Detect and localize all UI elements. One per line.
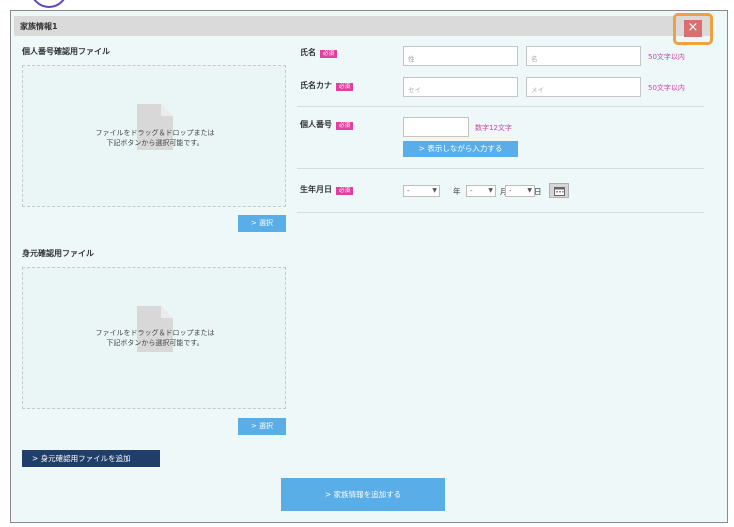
kana-label: 氏名カナ 必須 (300, 80, 354, 91)
calendar-button[interactable] (549, 183, 569, 198)
close-icon: × (687, 20, 699, 35)
kana-hint: 50文字以内 (648, 84, 685, 92)
step-marker-circle (30, 0, 68, 8)
last-name-input[interactable]: 姓 (403, 46, 518, 66)
name-hint: 50文字以内 (648, 53, 685, 61)
add-id-file-button[interactable]: > 身元確認用ファイルを追加 (22, 450, 160, 467)
birth-month-value: - (470, 187, 473, 195)
dropzone-text-line1: ファイルをドラッグ＆ドロップまたは (95, 329, 215, 337)
dropzone-text-line2: 下記ボタンから選択可能です。 (106, 339, 204, 347)
id-dropzone[interactable]: ファイルをドラッグ＆ドロップまたは 下記ボタンから選択可能です。 (22, 267, 286, 409)
id-file-title: 身元確認用ファイル (22, 249, 94, 258)
mynumber-hint: 数字12文字 (475, 124, 512, 132)
birth-day-select[interactable]: - ▼ (505, 185, 535, 197)
reveal-input-button[interactable]: > 表示しながら入力する (403, 141, 518, 157)
chevron-down-icon: ▼ (527, 187, 532, 194)
panel-title: 家族情報1 (20, 22, 58, 31)
dropzone-text-line1: ファイルをドラッグ＆ドロップまたは (95, 129, 215, 137)
mynumber-input[interactable] (403, 117, 469, 137)
birth-month-select[interactable]: - ▼ (466, 185, 496, 197)
first-name-input[interactable]: 名 (526, 46, 641, 66)
mynumber-select-button[interactable]: > 選択 (238, 215, 286, 232)
panel-header: 家族情報1 (14, 16, 712, 36)
first-kana-input[interactable]: メイ (526, 77, 641, 97)
divider (297, 106, 704, 107)
name-label-text: 氏名 (300, 48, 316, 57)
birth-label-text: 生年月日 (300, 185, 332, 194)
mynumber-file-title: 個人番号確認用ファイル (22, 47, 110, 56)
required-badge: 必須 (320, 50, 338, 58)
mynumber-dropzone[interactable]: ファイルをドラッグ＆ドロップまたは 下記ボタンから選択可能です。 (22, 65, 286, 207)
required-badge: 必須 (336, 187, 354, 195)
chevron-down-icon: ▼ (432, 187, 437, 194)
calendar-icon (554, 187, 565, 196)
divider (297, 168, 704, 169)
id-select-button[interactable]: > 選択 (238, 418, 286, 435)
last-kana-input[interactable]: セイ (403, 77, 518, 97)
birth-day-value: - (509, 187, 512, 195)
add-family-info-button[interactable]: > 家族情報を追加する (281, 478, 445, 511)
mynumber-label: 個人番号 必須 (300, 119, 354, 130)
dropzone-text-line2: 下記ボタンから選択可能です。 (106, 139, 204, 147)
birth-year-value: - (407, 187, 410, 195)
kana-label-text: 氏名カナ (300, 81, 332, 90)
day-unit: 日 (534, 187, 542, 196)
dropzone-text: ファイルをドラッグ＆ドロップまたは 下記ボタンから選択可能です。 (23, 328, 287, 348)
year-unit: 年 (453, 187, 461, 196)
dropzone-text: ファイルをドラッグ＆ドロップまたは 下記ボタンから選択可能です。 (23, 128, 287, 148)
birth-label: 生年月日 必須 (300, 184, 354, 195)
divider (297, 212, 704, 213)
required-badge: 必須 (336, 122, 354, 130)
name-label: 氏名 必須 (300, 47, 338, 58)
mynumber-label-text: 個人番号 (300, 120, 332, 129)
birth-year-select[interactable]: - ▼ (403, 185, 440, 197)
chevron-down-icon: ▼ (488, 187, 493, 194)
close-button[interactable]: × (684, 20, 702, 37)
required-badge: 必須 (336, 83, 354, 91)
